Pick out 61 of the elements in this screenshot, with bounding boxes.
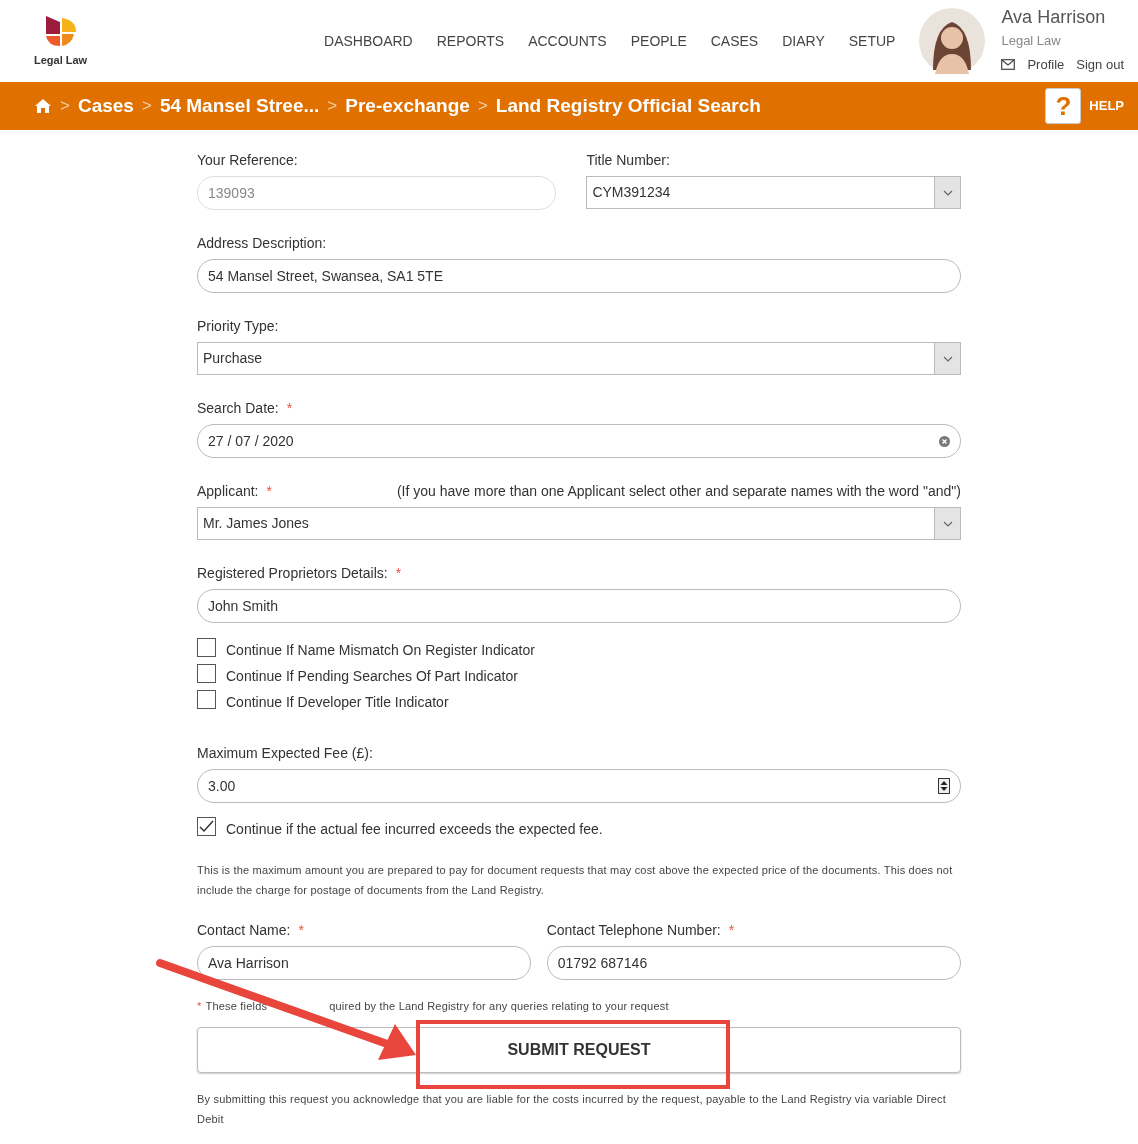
checkbox-label: Continue If Developer Title Indicator: [226, 695, 449, 709]
nav-link[interactable]: CASES: [710, 30, 759, 52]
breadcrumb-separator: >: [327, 95, 338, 118]
dropdown-field[interactable]: Purchase: [197, 342, 961, 375]
home-icon[interactable]: [34, 98, 52, 114]
disclaimer-text: By submitting this request you acknowledge that you are liable for the costs incurred by the request, payable to the Land Registry via variable Direct Debit: [197, 1092, 948, 1127]
clear-icon[interactable]: [939, 435, 950, 447]
checkbox[interactable]: [197, 817, 216, 836]
field-label: Search Date:: [197, 399, 279, 418]
field-label: Title Number:: [586, 151, 670, 170]
field-hint: (If you have more than one Applicant select other and separate names with the word "and"): [396, 482, 961, 501]
user-link[interactable]: Profile: [1027, 54, 1065, 75]
required-mark: *: [395, 564, 402, 583]
checkbox-label: Continue If Pending Searches Of Part Indicator: [226, 669, 518, 683]
required-mark: *: [298, 921, 304, 940]
field-label: Address Description:: [197, 234, 327, 253]
date-field[interactable]: 27 / 07 / 2020: [197, 424, 961, 458]
checkbox-label: Continue if the actual fee incurred exceeds the expected fee.: [226, 822, 603, 836]
field-label: Contact Telephone Number:: [546, 921, 721, 940]
required-mark: *: [728, 921, 735, 940]
field-label: Your Reference:: [197, 151, 298, 170]
footnote-text: quired by the Land Registry for any queries relating to your request: [329, 999, 669, 1014]
user-organisation: Legal Law: [1001, 32, 1062, 51]
info-text: This is the maximum amount you are prepared to pay for document requests that may cost above the expected price of the documents. This does not include the charge for postage of documents from the Land Registry.: [197, 863, 954, 898]
number-field[interactable]: 3.00: [197, 769, 961, 803]
required-mark: *: [266, 482, 272, 501]
dropdown-field[interactable]: Mr. James Jones: [197, 507, 961, 540]
nav-link[interactable]: DASHBOARD: [324, 30, 413, 52]
input-field[interactable]: 54 Mansel Street, Swansea, SA1 5TE: [197, 259, 961, 293]
checkbox[interactable]: [197, 664, 216, 683]
spinner-icon[interactable]: [938, 778, 950, 794]
nav-link[interactable]: REPORTS: [436, 30, 505, 52]
checkbox-label: Continue If Name Mismatch On Register Indicator: [226, 643, 535, 657]
user-link[interactable]: Sign out: [1076, 54, 1124, 75]
checkbox[interactable]: [197, 690, 216, 709]
avatar-icon: [919, 8, 986, 74]
breadcrumb-separator: >: [60, 95, 70, 118]
nav-link[interactable]: SETUP: [848, 30, 896, 52]
input-field[interactable]: John Smith: [197, 589, 961, 623]
field-label: Applicant:: [197, 482, 259, 501]
user-name: Ava Harrison: [1001, 7, 1107, 28]
dropdown-field[interactable]: CYM391234: [586, 176, 961, 209]
breadcrumb-separator: >: [141, 95, 152, 118]
mail-icon[interactable]: [1001, 59, 1016, 71]
field-label: Contact Name:: [197, 921, 291, 940]
field-label: Priority Type:: [197, 317, 279, 336]
logo-text: Legal Law: [34, 52, 88, 68]
nav-link[interactable]: DIARY: [782, 30, 825, 52]
required-mark: *: [286, 399, 293, 418]
submit-button[interactable]: SUBMIT REQUEST: [197, 1027, 961, 1073]
footnote-text: These fields: [205, 999, 268, 1014]
breadcrumb-separator: >: [477, 95, 488, 118]
nav-link[interactable]: PEOPLE: [630, 30, 687, 52]
required-mark: *: [197, 999, 202, 1014]
input-field[interactable]: 01792 687146: [546, 946, 961, 980]
field-label: Maximum Expected Fee (£):: [197, 744, 373, 763]
logo-icon: [43, 13, 78, 48]
checkbox[interactable]: [197, 638, 216, 657]
nav-link[interactable]: ACCOUNTS: [528, 30, 607, 52]
input-field[interactable]: Ava Harrison: [197, 946, 531, 980]
field-label: Registered Proprietors Details:: [197, 564, 388, 583]
